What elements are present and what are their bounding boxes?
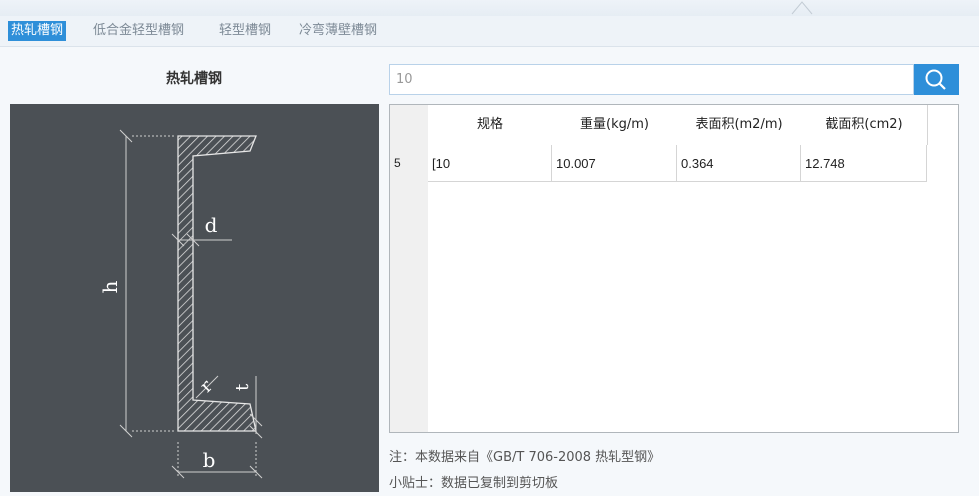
- table-cell-spec[interactable]: [10: [428, 145, 552, 182]
- section-title: 热轧槽钢: [166, 71, 222, 87]
- table-cell-surface-area[interactable]: 0.364: [677, 145, 801, 182]
- results-table: 规格 重量(kg/m) 表面积(m2/m) 截面积(cm2) 5 [10 10.…: [389, 104, 959, 433]
- h-label: h: [98, 280, 122, 293]
- collapse-caret-icon[interactable]: [790, 0, 814, 16]
- title-bar: [0, 0, 979, 16]
- tab-light-channel[interactable]: 轻型槽钢: [219, 21, 271, 41]
- r-label: r: [196, 376, 217, 397]
- data-source-note: 注：本数据来自《GB/T 706-2008 热轧型钢》: [389, 450, 661, 465]
- h-dimension: [119, 129, 176, 438]
- table-cell-weight[interactable]: 10.007: [552, 145, 677, 182]
- search-icon: [925, 69, 946, 90]
- category-tabs: 热轧槽钢 低合金轻型槽钢 轻型槽钢 冷弯薄壁槽钢: [0, 16, 979, 47]
- search-input[interactable]: [389, 64, 914, 95]
- channel-section-diagram: h d r t b: [10, 104, 379, 492]
- search-button[interactable]: [914, 64, 959, 95]
- table-corner: [390, 105, 428, 145]
- column-header-section-area[interactable]: 截面积(cm2): [801, 105, 928, 145]
- tab-hot-rolled-channel[interactable]: 热轧槽钢: [8, 21, 67, 41]
- d-label: d: [205, 213, 218, 237]
- column-header-weight[interactable]: 重量(kg/m): [552, 105, 678, 145]
- clipboard-tip: 小贴士：数据已复制到剪切板: [389, 476, 559, 491]
- column-header-spec[interactable]: 规格: [428, 105, 553, 145]
- row-index[interactable]: 5: [390, 145, 428, 182]
- b-dimension: [171, 442, 263, 479]
- t-label: t: [232, 383, 253, 391]
- tab-low-alloy-light-channel[interactable]: 低合金轻型槽钢: [93, 21, 184, 41]
- b-label: b: [203, 448, 216, 472]
- table-cell-section-area[interactable]: 12.748: [801, 145, 927, 182]
- column-header-surface-area[interactable]: 表面积(m2/m): [677, 105, 802, 145]
- tab-cold-formed-channel[interactable]: 冷弯薄壁槽钢: [299, 21, 377, 41]
